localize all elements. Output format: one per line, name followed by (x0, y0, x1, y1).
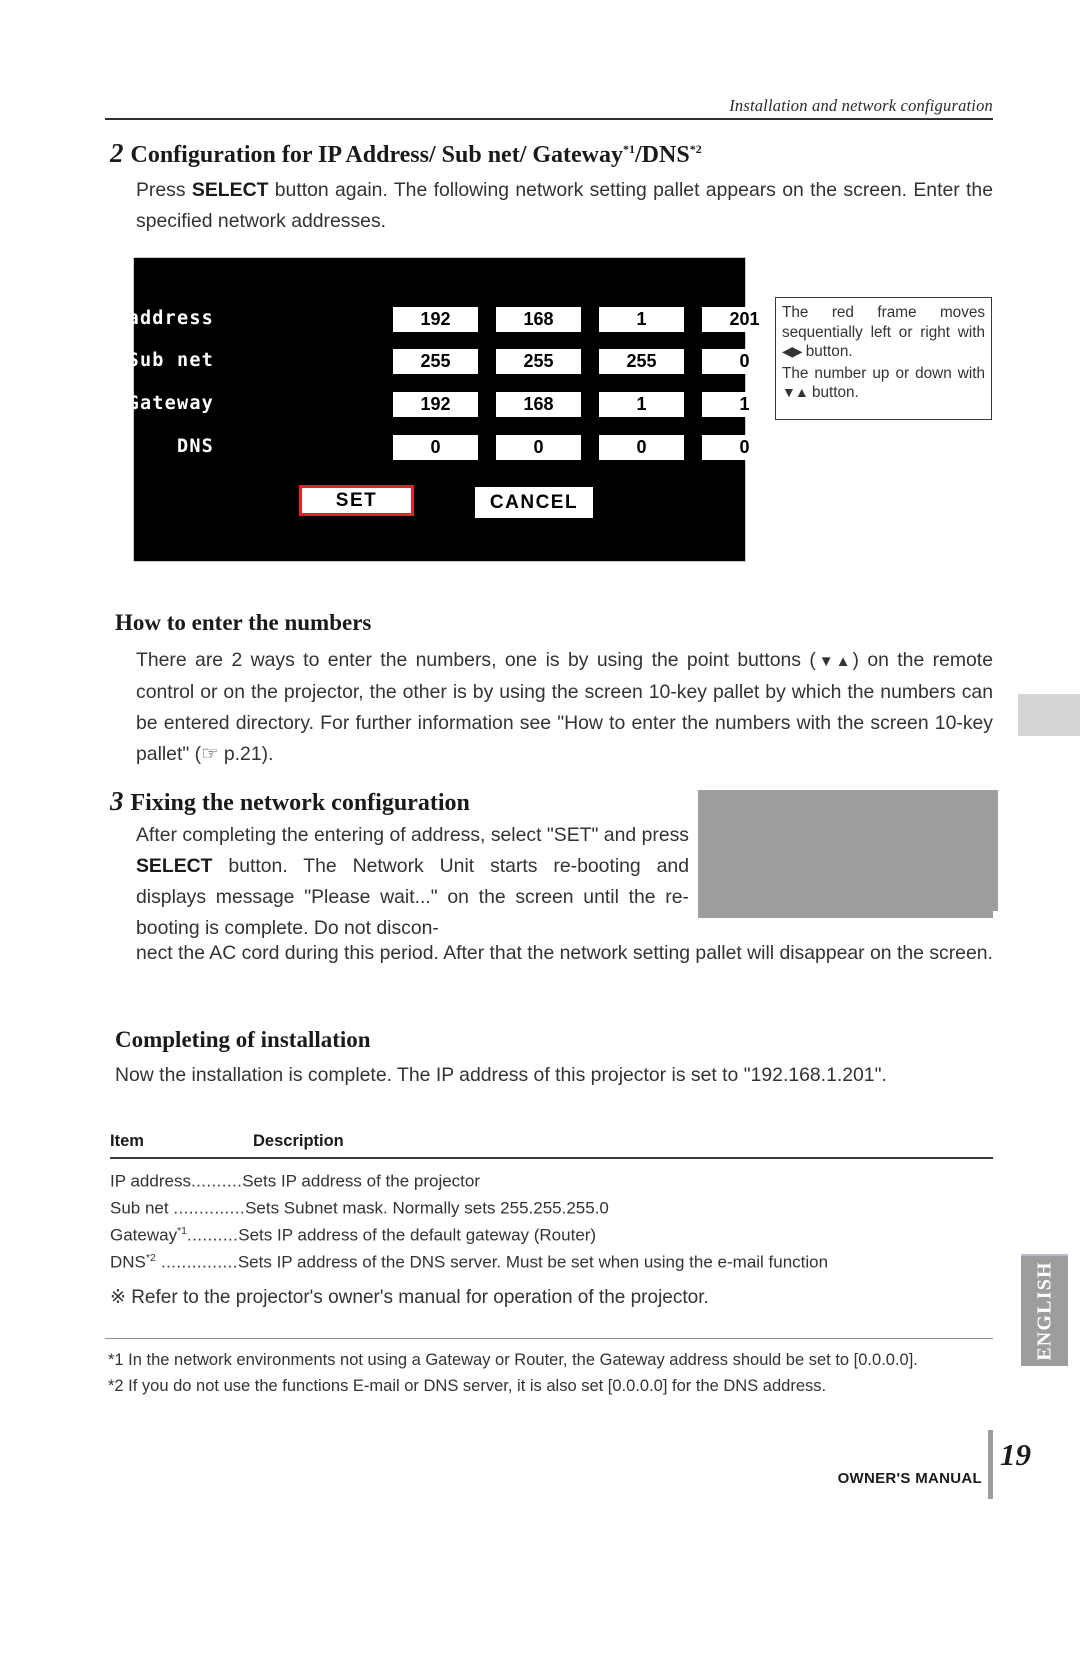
table-cell-item: Gateway (110, 1225, 178, 1245)
osd-label-gateway: Gateway (127, 393, 214, 414)
section-3-paragraph-col: After completing the entering of address… (136, 820, 689, 944)
reference-note: ※ Refer to the projector's owner's manua… (110, 1287, 709, 1308)
section-2-title-mid: /DNS (635, 142, 690, 168)
leader-dots: .............. (173, 1198, 246, 1218)
osd-field-subnet-2[interactable]: 255 (496, 349, 581, 374)
footnote-1: *1 In the network environments not using… (108, 1351, 918, 1369)
table-body: IP address..........Sets IP address of t… (110, 1166, 1010, 1275)
manual-page: Installation and network configuration 2… (0, 0, 1080, 1527)
callout-line-1-text: The red frame moves sequentially left or… (782, 304, 985, 341)
section-2-sup2: *2 (689, 142, 702, 156)
table-cell-item: IP address (110, 1171, 191, 1191)
please-wait-screen: Please wait... (698, 790, 993, 918)
table-row: IP address..........Sets IP address of t… (110, 1166, 1010, 1193)
osd-field-ip-3[interactable]: 1 (599, 307, 684, 332)
table-cell-item-sup: *1 (177, 1225, 188, 1238)
callout-line-1: The red frame moves sequentially left or… (782, 303, 985, 362)
leader-dots: ............... (155, 1253, 238, 1273)
table-cell-item: DNS (110, 1253, 146, 1273)
section-2-sup1: *1 (623, 142, 636, 156)
section-2-number: 2 (110, 138, 124, 168)
osd-field-dns-1[interactable]: 0 (393, 435, 478, 460)
language-tab-english: ENGLISH (1021, 1254, 1068, 1366)
table-row: Gateway*1..........Sets IP address of th… (110, 1220, 1010, 1247)
completing-paragraph: Now the installation is complete. The IP… (115, 1064, 887, 1086)
how-to-paragraph: There are 2 ways to enter the numbers, o… (136, 645, 993, 770)
section-2-heading: 2 Configuration for IP Address/ Sub net/ … (110, 138, 702, 169)
table-header-rule (110, 1157, 993, 1159)
osd-field-subnet-3[interactable]: 255 (599, 349, 684, 374)
osd-field-ip-1[interactable]: 192 (393, 307, 478, 332)
table-cell-description: Sets IP address of the default gateway (… (238, 1225, 597, 1245)
how-to-page-ref: p.21). (218, 743, 274, 765)
section-3-number: 3 (110, 786, 124, 816)
header-rule (105, 118, 993, 120)
footnotes: *1 In the network environments not using… (108, 1348, 998, 1400)
running-header: Installation and network configuration (729, 96, 993, 115)
left-right-arrow-icon: ◀▶ (782, 343, 803, 359)
section-2-paragraph: Press SELECT button again. The following… (136, 175, 993, 237)
osd-cancel-button[interactable]: CANCEL (475, 487, 593, 518)
down-up-arrow-icon: ▼▲ (815, 653, 854, 670)
select-button-keyword: SELECT (136, 855, 213, 877)
down-up-arrow-icon: ▼▲ (782, 384, 809, 400)
callout-line-2: The number up or down with ▼▲ button. (782, 364, 985, 403)
table-col-item-header: Item (110, 1132, 144, 1150)
table-cell-description: Sets IP address of the DNS server. Must … (237, 1253, 829, 1273)
section-3-title: Fixing the network configuration (130, 790, 470, 816)
decorative-side-bar (992, 790, 998, 911)
callout-line-1-end: button. (801, 343, 853, 360)
osd-field-subnet-1[interactable]: 255 (393, 349, 478, 374)
section-2-body-a: Press (136, 179, 192, 201)
section-2-title-pre: Configuration for IP Address/ Sub net/ G… (130, 142, 624, 168)
table-header-row: Item Description (110, 1132, 993, 1154)
select-button-keyword: SELECT (191, 179, 269, 201)
callout-line-2-text: The number up or down with (782, 364, 985, 382)
osd-label-dns: DNS (176, 436, 214, 457)
section-3-heading: 3 Fixing the network configuration (110, 786, 470, 817)
footnote-rule (105, 1338, 993, 1339)
table-cell-description: Sets Subnet mask. Normally sets 255.255.… (245, 1198, 609, 1218)
section-3-paragraph-full: nect the AC cord during this period. Aft… (136, 942, 993, 964)
osd-field-dns-4[interactable]: 0 (702, 435, 787, 460)
language-tab-label: ENGLISH (1033, 1261, 1055, 1361)
table-col-description-header: Description (253, 1132, 344, 1150)
leader-dots: .......... (190, 1171, 243, 1191)
section-3-body-a: After completing the entering of address… (136, 824, 689, 846)
osd-field-ip-2[interactable]: 168 (496, 307, 581, 332)
callout-line-2-end: button. (807, 384, 859, 401)
page-number: 19 (1000, 1437, 1031, 1472)
osd-field-gateway-3[interactable]: 1 (599, 392, 684, 417)
decorative-gray-block (1018, 694, 1080, 736)
table-row: Sub net ..............Sets Subnet mask. … (110, 1193, 1010, 1220)
how-to-heading: How to enter the numbers (115, 610, 372, 635)
table-cell-item: Sub net (110, 1198, 174, 1218)
table-cell-item-sup: *2 (145, 1252, 156, 1265)
network-setting-pallet: IP address 192 168 1 201 Sub net 255 255… (91, 257, 787, 562)
table-row: DNS*2 ...............Sets IP address of … (110, 1247, 1010, 1274)
osd-label-sub-net: Sub net (127, 350, 214, 371)
footer-bar (988, 1430, 993, 1499)
osd-set-button[interactable]: SET (299, 485, 414, 516)
osd-field-gateway-1[interactable]: 192 (393, 392, 478, 417)
footnote-2: *2 If you do not use the functions E-mai… (108, 1377, 827, 1395)
osd-field-dns-3[interactable]: 0 (599, 435, 684, 460)
leader-dots: .......... (187, 1225, 239, 1245)
osd-field-gateway-2[interactable]: 168 (496, 392, 581, 417)
completing-heading: Completing of installation (115, 1027, 371, 1052)
callout-box: The red frame moves sequentially left or… (775, 297, 992, 420)
osd-field-dns-2[interactable]: 0 (496, 435, 581, 460)
section-3-body-b: button. The Network Unit starts re-booti… (136, 855, 689, 939)
osd-label-ip-address: IP address (90, 308, 214, 329)
table-cell-description: Sets IP address of the projector (242, 1171, 481, 1191)
pointing-hand-icon: ☞ (201, 743, 219, 765)
how-to-body-a: There are 2 ways to enter the numbers, o… (136, 649, 816, 671)
owners-manual-label: OWNER'S MANUAL (837, 1470, 982, 1487)
